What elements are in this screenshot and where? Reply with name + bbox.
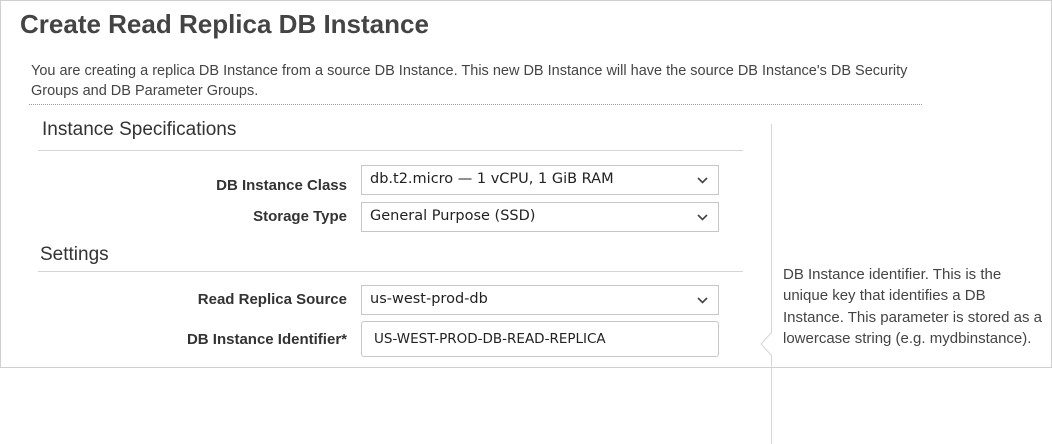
db-instance-class-select[interactable]: db.t2.micro — 1 vCPU, 1 GiB RAM — [361, 165, 719, 195]
page-title: Create Read Replica DB Instance — [20, 9, 429, 39]
dotted-divider — [29, 104, 922, 105]
caret-left-icon — [760, 332, 772, 356]
storage-type-value: General Purpose (SSD) — [370, 208, 536, 224]
db-instance-identifier-input[interactable] — [362, 322, 718, 356]
instance-specifications-heading: Instance Specifications — [42, 119, 237, 140]
db-instance-identifier-label: DB Instance Identifier* — [186, 331, 347, 348]
db-instance-identifier-field[interactable] — [361, 321, 719, 357]
storage-type-label: Storage Type — [253, 208, 347, 225]
section-divider — [38, 150, 743, 151]
page-description: You are creating a replica DB Instance f… — [31, 63, 908, 99]
settings-heading: Settings — [40, 244, 109, 265]
db-instance-class-value: db.t2.micro — 1 vCPU, 1 GiB RAM — [370, 171, 614, 187]
storage-type-select[interactable]: General Purpose (SSD) — [361, 202, 719, 232]
chevron-down-icon — [697, 177, 708, 184]
chevron-down-icon — [697, 214, 708, 221]
db-instance-class-label: DB Instance Class — [216, 177, 347, 194]
help-text: DB Instance identifier. This is the uniq… — [783, 266, 1043, 348]
help-panel-divider — [771, 124, 772, 444]
read-replica-source-select[interactable]: us-west-prod-db — [361, 285, 719, 315]
chevron-down-icon — [697, 297, 708, 304]
read-replica-source-value: us-west-prod-db — [370, 291, 488, 307]
read-replica-source-label: Read Replica Source — [197, 291, 347, 308]
section-divider — [38, 271, 743, 272]
